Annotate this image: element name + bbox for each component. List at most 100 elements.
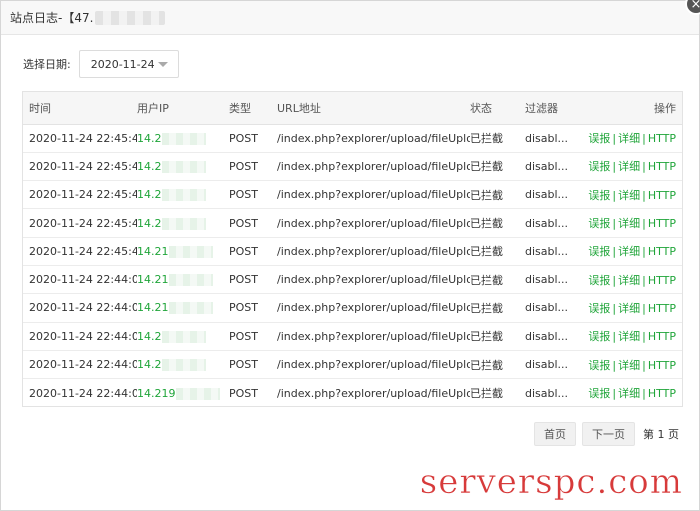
detail-link[interactable]: 详细 xyxy=(618,160,640,173)
cell-ops: 误报 | 详细 | HTTP xyxy=(581,379,682,407)
log-table: 时间 用户IP 类型 URL地址 状态 过滤器 操作 2020-11-24 22… xyxy=(23,92,682,407)
ops-separator: | xyxy=(642,358,646,372)
next-page-button[interactable]: 下一页 xyxy=(582,422,635,446)
cell-ip-text: 14.2 xyxy=(137,131,162,145)
misreport-link[interactable]: 误报 xyxy=(588,160,610,173)
http-link[interactable]: HTTP xyxy=(648,160,676,173)
cell-time: 2020-11-24 22:45:49 xyxy=(23,152,137,180)
cell-filter: disabl... xyxy=(525,265,581,293)
misreport-link[interactable]: 误报 xyxy=(588,274,610,287)
http-link[interactable]: HTTP xyxy=(648,387,676,400)
cell-ops: 误报 | 详细 | HTTP xyxy=(581,181,682,209)
cell-type-text: POST xyxy=(229,216,258,230)
ops-separator: | xyxy=(642,387,646,401)
http-link[interactable]: HTTP xyxy=(648,274,676,287)
misreport-link[interactable]: 误报 xyxy=(588,217,610,230)
cell-type-text: POST xyxy=(229,329,258,343)
cell-url-text: /index.php?explorer/upload/fileUpload xyxy=(277,159,470,173)
cell-ip: 14.2 xyxy=(137,350,229,378)
cell-status-text: 已拦截 xyxy=(470,358,503,372)
cell-type: POST xyxy=(229,294,277,322)
cell-filter: disabl... xyxy=(525,124,581,152)
detail-link[interactable]: 详细 xyxy=(618,189,640,202)
http-link[interactable]: HTTP xyxy=(648,245,676,258)
detail-link[interactable]: 详细 xyxy=(618,132,640,145)
detail-link[interactable]: 详细 xyxy=(618,274,640,287)
redacted-ip-mask xyxy=(161,189,206,202)
table-row: 2020-11-24 22:45:48 14.2 POST/index.php?ex… xyxy=(23,181,682,209)
misreport-link[interactable]: 误报 xyxy=(588,302,610,315)
http-link[interactable]: HTTP xyxy=(648,132,676,145)
cell-type-text: POST xyxy=(229,244,258,258)
cell-url-text: /index.php?explorer/upload/fileUpload xyxy=(277,131,470,145)
ops-separator: | xyxy=(612,273,617,287)
cell-ip: 14.2 xyxy=(137,152,229,180)
cell-filter: disabl... xyxy=(525,181,581,209)
cell-status: 已拦截 xyxy=(470,124,525,152)
cell-time-text: 2020-11-24 22:44:07 xyxy=(29,301,137,315)
misreport-link[interactable]: 误报 xyxy=(588,359,610,372)
cell-ip: 14.2 xyxy=(137,124,229,152)
cell-filter: disabl... xyxy=(525,209,581,237)
misreport-link[interactable]: 误报 xyxy=(588,245,610,258)
misreport-link[interactable]: 误报 xyxy=(588,387,610,400)
cell-type-text: POST xyxy=(229,358,258,372)
cell-time-text: 2020-11-24 22:45:48 xyxy=(29,244,137,258)
cell-time: 2020-11-24 22:45:48 xyxy=(23,181,137,209)
table-row: 2020-11-24 22:45:48 14.21 POST/index.php?e… xyxy=(23,237,682,266)
cell-ip: 14.2 xyxy=(137,209,229,237)
header-url: URL地址 xyxy=(277,92,470,125)
ops-separator: | xyxy=(642,301,646,315)
detail-link[interactable]: 详细 xyxy=(618,302,640,315)
http-link[interactable]: HTTP xyxy=(648,302,676,315)
cell-filter-text: disabl... xyxy=(525,188,569,202)
cell-filter: disabl... xyxy=(525,322,581,350)
header-ops: 操作 xyxy=(581,92,682,125)
http-link[interactable]: HTTP xyxy=(648,359,676,372)
table-row: 2020-11-24 22:45:48 14.2 POST/index.php?ex… xyxy=(23,209,682,238)
first-page-button[interactable]: 首页 xyxy=(534,422,576,446)
cell-status: 已拦截 xyxy=(470,181,525,209)
misreport-link[interactable]: 误报 xyxy=(588,330,610,343)
cell-url: /index.php?explorer/upload/fileUpload xyxy=(277,265,470,293)
redacted-ip-mask xyxy=(168,245,213,258)
cell-url: /index.php?explorer/upload/fileUpload xyxy=(277,124,470,152)
redacted-ip-mask xyxy=(175,387,220,400)
cell-url-text: /index.php?explorer/upload/fileUpload xyxy=(277,273,470,287)
ops-separator: | xyxy=(642,160,646,174)
cell-type: POST xyxy=(229,209,277,237)
cell-type-text: POST xyxy=(229,273,258,287)
detail-link[interactable]: 详细 xyxy=(618,387,640,400)
cell-type-text: POST xyxy=(229,301,258,315)
detail-link[interactable]: 详细 xyxy=(618,359,640,372)
close-icon[interactable]: × xyxy=(685,0,700,15)
detail-link[interactable]: 详细 xyxy=(618,330,640,343)
misreport-link[interactable]: 误报 xyxy=(588,189,610,202)
http-link[interactable]: HTTP xyxy=(648,217,676,230)
redacted-title-mask xyxy=(95,10,166,25)
http-link[interactable]: HTTP xyxy=(648,189,676,202)
cell-url: /index.php?explorer/upload/fileUpload xyxy=(277,294,470,322)
cell-time: 2020-11-24 22:44:07 xyxy=(23,294,137,322)
dialog-title: 站点日志-【47. xyxy=(10,11,94,25)
header-type: 类型 xyxy=(229,92,277,125)
cell-type-text: POST xyxy=(229,159,258,173)
cell-time-text: 2020-11-24 22:44:07 xyxy=(29,358,137,372)
table-row: 2020-11-24 22:44:07 14.21 POST/index.php?e… xyxy=(23,265,682,294)
detail-link[interactable]: 详细 xyxy=(618,217,640,230)
table-header-row: 时间 用户IP 类型 URL地址 状态 过滤器 操作 xyxy=(23,92,682,125)
ops-separator: | xyxy=(642,245,646,259)
misreport-link[interactable]: 误报 xyxy=(588,132,610,145)
http-link[interactable]: HTTP xyxy=(648,330,676,343)
site-log-dialog: 站点日志-【47. × 选择日期: 2020-11-24 时间 用户IP 类型 … xyxy=(0,0,700,511)
cell-url-text: /index.php?explorer/upload/fileUpload xyxy=(277,301,470,315)
detail-link[interactable]: 详细 xyxy=(618,245,640,258)
cell-status: 已拦截 xyxy=(470,322,525,350)
cell-time-text: 2020-11-24 22:44:07 xyxy=(29,273,137,287)
date-select[interactable]: 2020-11-24 xyxy=(78,50,179,78)
cell-ops: 误报 | 详细 | HTTP xyxy=(581,322,682,350)
cell-type: POST xyxy=(229,350,277,378)
redacted-ip-mask xyxy=(161,359,206,372)
ops-separator: | xyxy=(612,387,617,401)
cell-ip-text: 14.21 xyxy=(137,273,169,287)
